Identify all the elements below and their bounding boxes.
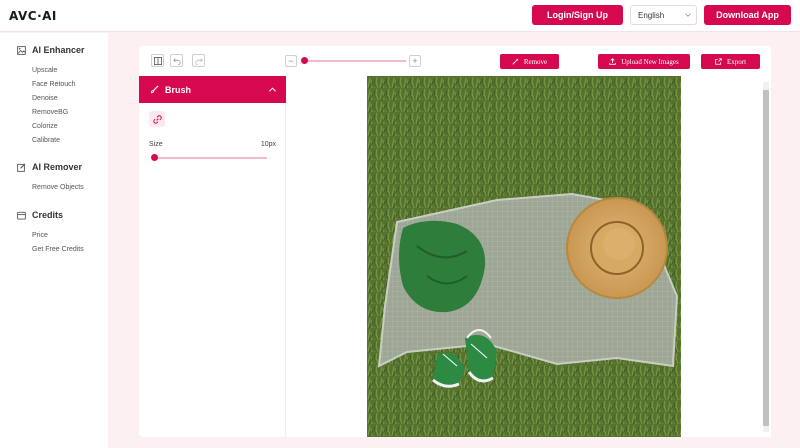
sidebar-item-removebg[interactable]: RemoveBG [32,109,68,116]
brush-panel-header[interactable]: Brush [139,76,286,103]
sidebar: AI Enhancer Upscale Face Retouch Denoise… [0,33,108,448]
brush-link-button[interactable] [149,111,165,127]
export-button[interactable]: Export [701,54,760,69]
brush-panel-body: Size 10px [139,103,286,437]
sidebar-item-price[interactable]: Price [32,232,48,239]
upload-icon [609,58,616,65]
sidebar-item-denoise[interactable]: Denoise [32,95,58,102]
size-slider-track[interactable] [154,157,267,159]
sidebar-section-title: AI Remover [32,162,83,172]
edit-icon [17,163,26,172]
zoom-slider-thumb[interactable] [301,57,308,64]
sidebar-section-ai-enhancer[interactable]: AI Enhancer [17,45,85,55]
editor-panel: − + Remove Upload New Images Export Brus… [139,46,771,437]
login-signup-button[interactable]: Login/Sign Up [532,5,623,25]
zoom-slider-track[interactable] [302,60,406,62]
canvas-scrollbar[interactable] [763,82,769,432]
sidebar-section-title: Credits [32,210,64,220]
zoom-in-button[interactable]: + [409,55,421,67]
remove-button[interactable]: Remove [500,54,559,69]
split-view-icon [153,56,162,65]
download-app-button[interactable]: Download App [704,5,791,25]
sidebar-section-ai-remover[interactable]: AI Remover [17,162,82,172]
redo-button[interactable] [192,54,205,67]
brush-title: Brush [165,84,192,95]
image-icon [17,45,26,55]
sidebar-item-calibrate[interactable]: Calibrate [32,137,60,144]
chevron-up-icon [269,87,276,92]
export-label: Export [726,57,747,66]
credits-icon [17,211,26,220]
scrollbar-thumb[interactable] [763,90,769,426]
upload-label: Upload New Images [621,57,679,66]
redo-icon [194,57,203,65]
size-slider-thumb[interactable] [151,154,158,161]
editor-toolbar: − + Remove Upload New Images Export [139,46,771,76]
size-label: Size [149,141,163,148]
sidebar-section-title: AI Enhancer [32,45,85,55]
undo-button[interactable] [170,54,183,67]
magic-wand-icon [512,58,519,65]
sidebar-item-get-free-credits[interactable]: Get Free Credits [32,246,84,253]
language-select[interactable]: English [630,5,697,25]
undo-icon [172,57,181,65]
app-logo[interactable]: AVC·AI [9,9,57,23]
link-icon [152,114,162,124]
zoom-out-button[interactable]: − [285,55,297,67]
language-value: English [638,10,665,20]
edited-photo[interactable] [367,76,681,437]
compare-button[interactable] [151,54,164,67]
sidebar-item-face-retouch[interactable]: Face Retouch [32,81,76,88]
canvas-area [287,76,771,437]
brush-icon [150,85,159,94]
sidebar-section-credits[interactable]: Credits [17,210,63,220]
size-value: 10px [260,141,276,148]
sidebar-item-remove-objects[interactable]: Remove Objects [32,184,84,191]
chevron-down-icon [685,13,691,17]
top-header: AVC·AI Login/Sign Up English Download Ap… [0,0,800,32]
sidebar-item-colorize[interactable]: Colorize [32,123,58,130]
sidebar-item-upscale[interactable]: Upscale [32,67,57,74]
export-icon [715,58,722,65]
remove-label: Remove [523,57,548,66]
upload-new-images-button[interactable]: Upload New Images [598,54,690,69]
